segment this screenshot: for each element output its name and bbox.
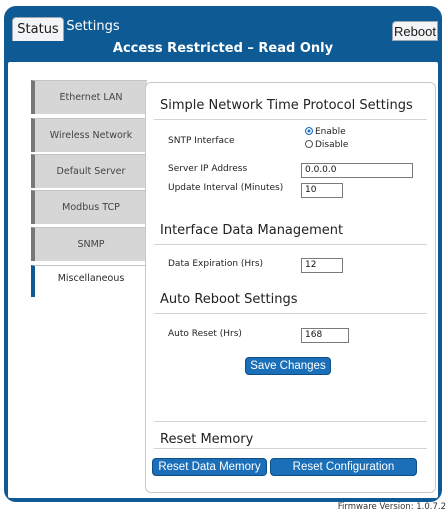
sidebar-item-ethernet-lan[interactable]: Ethernet LAN	[31, 80, 147, 114]
update-interval-label: Update Interval (Minutes)	[168, 183, 284, 193]
tab-settings[interactable]: Settings	[64, 14, 122, 42]
enable-label: Enable	[315, 127, 346, 137]
divider	[154, 244, 427, 245]
tab-bar: Status Settings Reboot	[4, 6, 442, 42]
update-interval-input[interactable]: 10	[301, 183, 343, 198]
sntp-section-title: Simple Network Time Protocol Settings	[160, 98, 413, 113]
app-frame: Status Settings Reboot Access Restricted…	[4, 6, 442, 502]
tab-status[interactable]: Status	[12, 17, 64, 41]
server-ip-input[interactable]: 0.0.0.0	[301, 163, 413, 178]
access-banner: Access Restricted – Read Only	[112, 41, 334, 56]
divider	[154, 313, 427, 314]
save-changes-button[interactable]: Save Changes	[245, 357, 331, 375]
disable-label: Disable	[315, 140, 349, 150]
divider	[154, 119, 427, 120]
data-expiration-input[interactable]: 12	[301, 258, 343, 273]
auto-reset-label: Auto Reset (Hrs)	[168, 329, 242, 339]
auto-reset-input[interactable]: 168	[301, 328, 349, 343]
sntp-enable-option[interactable]: Enable	[305, 127, 346, 137]
divider	[154, 421, 427, 422]
reset-configuration-memory-button[interactable]: Reset Configuration Memory	[270, 458, 417, 489]
reset-data-memory-button[interactable]: Reset Data Memory	[152, 458, 267, 476]
firmware-version: Firmware Version: 1.0.7.2	[337, 502, 446, 512]
settings-panel: Simple Network Time Protocol Settings SN…	[145, 82, 436, 493]
radio-disable[interactable]	[305, 140, 313, 148]
interface-data-section-title: Interface Data Management	[160, 223, 344, 238]
divider	[154, 448, 427, 449]
reboot-button[interactable]: Reboot	[392, 21, 438, 41]
radio-enable[interactable]	[305, 127, 313, 135]
server-ip-label: Server IP Address	[168, 164, 248, 174]
sidebar-item-miscellaneous[interactable]: Miscellaneous	[31, 265, 147, 297]
sntp-interface-label: SNTP Interface	[168, 136, 235, 146]
sidebar-item-modbus-tcp[interactable]: Modbus TCP	[31, 190, 147, 224]
sidebar-item-wireless-network[interactable]: Wireless Network	[31, 118, 147, 152]
reset-memory-section-title: Reset Memory	[160, 432, 254, 447]
sidebar-item-snmp[interactable]: SNMP	[31, 227, 147, 261]
auto-reboot-section-title: Auto Reboot Settings	[160, 292, 298, 307]
data-expiration-label: Data Expiration (Hrs)	[168, 259, 264, 269]
sidebar-item-default-server[interactable]: Default Server	[31, 154, 147, 188]
sntp-disable-option[interactable]: Disable	[305, 140, 348, 150]
